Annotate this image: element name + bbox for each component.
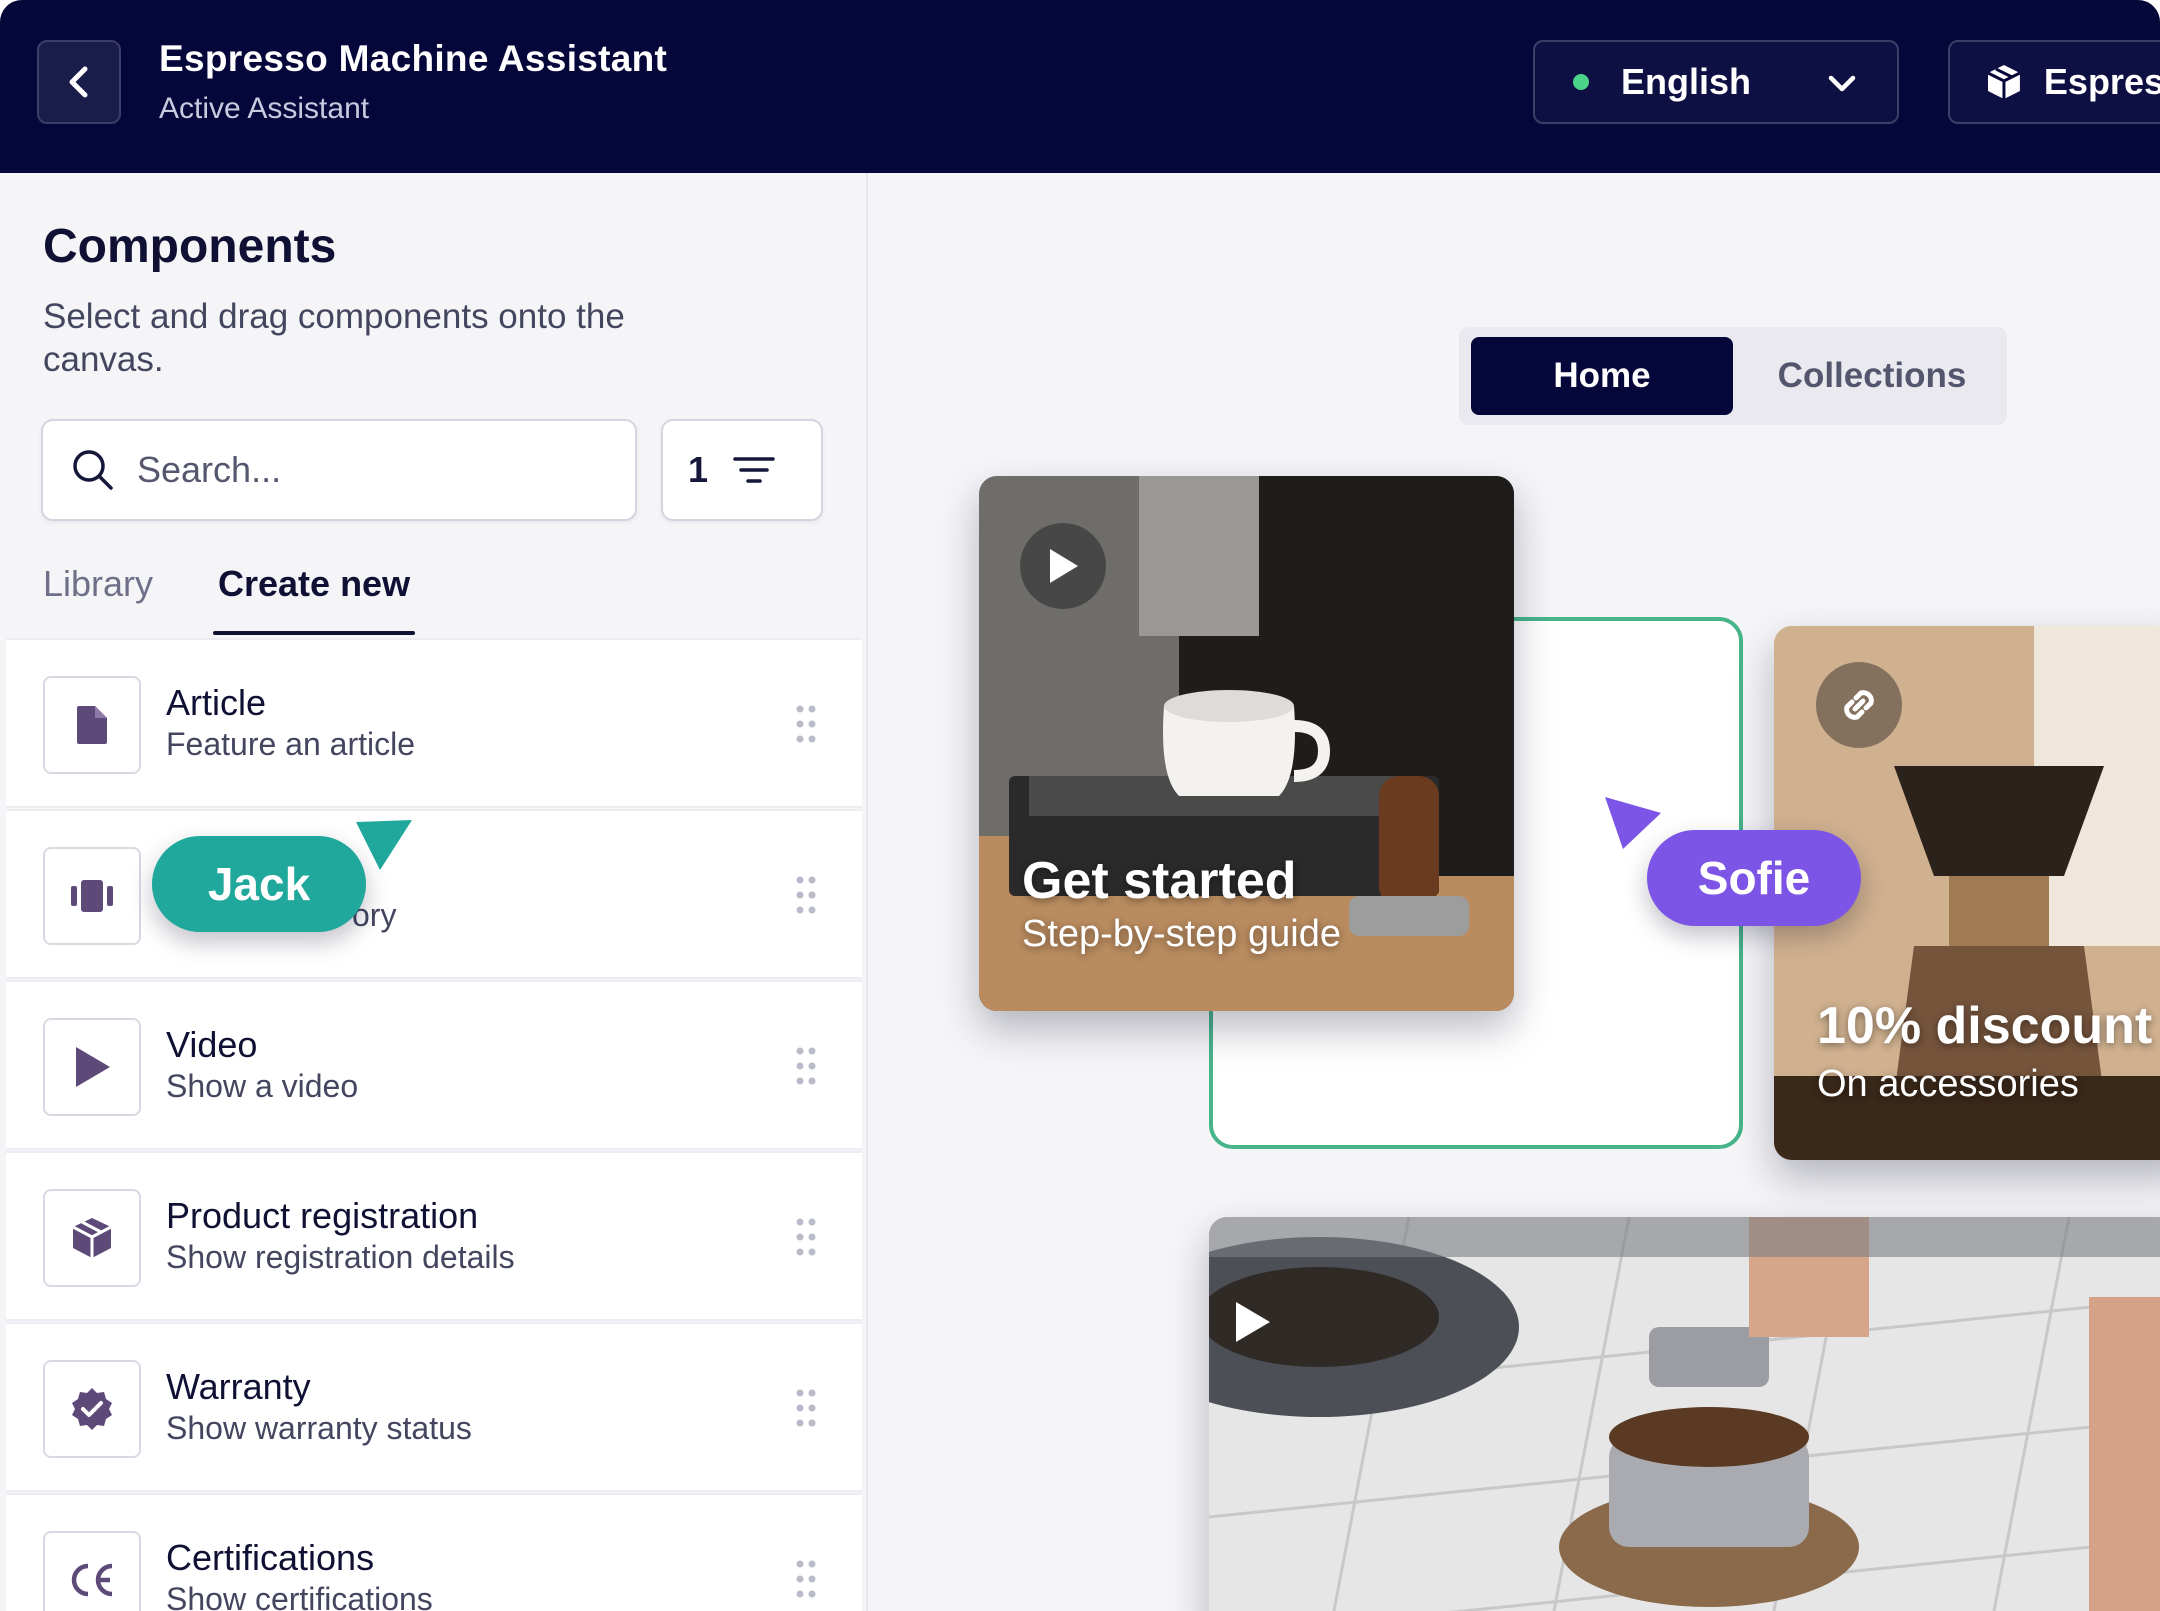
box-icon xyxy=(72,1218,112,1258)
tamping-image xyxy=(1209,1217,2160,1611)
drag-handle-icon[interactable] xyxy=(795,1388,817,1428)
component-name: Video xyxy=(166,1024,258,1065)
component-description: Feature an article xyxy=(166,726,416,762)
component-name: Warranty xyxy=(166,1366,311,1407)
drag-handle-icon[interactable] xyxy=(795,1559,817,1599)
component-description: Show certifications xyxy=(166,1581,433,1611)
product-label: Espresso xyxy=(2043,61,2160,102)
badge-check-icon xyxy=(72,1388,112,1430)
document-icon xyxy=(77,706,107,744)
carousel-icon xyxy=(71,880,113,912)
app-window: Espresso Machine Assistant Active Assist… xyxy=(0,0,2160,1611)
comp-icon-frame xyxy=(43,1018,141,1116)
component-description: Show warranty status xyxy=(166,1410,472,1446)
drag-handle-icon[interactable] xyxy=(795,704,817,744)
jack-cursor-icon xyxy=(356,820,412,870)
play-button[interactable] xyxy=(1209,1279,1295,1365)
card-title: Get started xyxy=(1022,852,1297,910)
nav-home-button[interactable]: Home xyxy=(1471,337,1733,415)
card-video-tamping[interactable] xyxy=(1209,1217,2160,1611)
filter-icon xyxy=(733,457,775,483)
comp-icon-frame xyxy=(43,676,141,774)
list-item-video[interactable]: Video Show a video xyxy=(6,980,862,1150)
link-icon xyxy=(1844,690,1874,720)
filter-count: 1 xyxy=(688,449,709,490)
comp-icon-frame xyxy=(43,847,141,945)
card-get-started[interactable]: Get started Step-by-step guide xyxy=(979,476,1514,1011)
collaborator-sofie: Sofie xyxy=(1647,830,1861,926)
top-bar: Espresso Machine Assistant Active Assist… xyxy=(0,0,2160,173)
canvas[interactable]: Home Collections Get started Step-by-ste… xyxy=(870,173,2160,1611)
nav-collections-button[interactable]: Collections xyxy=(1749,337,1995,415)
canvas-nav: Home Collections xyxy=(1459,327,2007,425)
drag-handle-icon[interactable] xyxy=(795,1217,817,1257)
status-dot xyxy=(1573,74,1589,90)
components-panel: Components Select and drag components on… xyxy=(0,173,868,1611)
play-icon xyxy=(76,1047,110,1087)
drag-handle-icon[interactable] xyxy=(795,1046,817,1086)
chevron-left-icon xyxy=(69,66,88,98)
tab-library[interactable]: Library xyxy=(43,563,153,605)
card-title: 10% discount xyxy=(1817,997,2153,1055)
card-subtitle: Step-by-step guide xyxy=(1022,913,1341,955)
component-description: Show a video xyxy=(166,1068,359,1104)
play-icon xyxy=(1236,1302,1270,1342)
list-item-product-registration[interactable]: Product registration Show registration d… xyxy=(6,1151,862,1321)
link-button[interactable] xyxy=(1816,662,1902,748)
ce-mark-icon xyxy=(71,1563,113,1597)
search-box[interactable] xyxy=(41,419,637,521)
language-select[interactable]: English xyxy=(1533,40,1899,124)
box-icon xyxy=(1987,65,2021,99)
list-item-story[interactable]: ory xyxy=(6,809,862,979)
list-item-certifications[interactable]: Certifications Show certifications xyxy=(6,1493,862,1611)
play-button[interactable] xyxy=(1020,523,1106,609)
filter-button[interactable]: 1 xyxy=(661,419,823,521)
collaborator-jack: Jack xyxy=(152,836,366,932)
app-title: Espresso Machine Assistant xyxy=(159,38,668,79)
active-tab-indicator xyxy=(213,631,415,635)
app-subtitle: Active Assistant xyxy=(159,92,370,125)
chevron-down-icon xyxy=(1828,75,1856,92)
card-subtitle: On accessories xyxy=(1817,1063,2079,1105)
list-item-article[interactable]: Article Feature an article xyxy=(6,638,862,808)
back-button[interactable] xyxy=(37,40,121,124)
comp-icon-frame xyxy=(43,1360,141,1458)
product-select[interactable]: Espresso xyxy=(1948,40,2160,124)
search-input[interactable] xyxy=(137,449,597,491)
comp-icon-frame xyxy=(43,1189,141,1287)
panel-description: Select and drag components onto the canv… xyxy=(43,297,625,379)
sofie-cursor-icon xyxy=(1605,797,1661,849)
search-icon xyxy=(73,450,113,490)
comp-icon-frame xyxy=(43,1531,141,1611)
tab-create-new[interactable]: Create new xyxy=(218,563,410,605)
component-name: Product registration xyxy=(166,1195,479,1236)
language-label: English xyxy=(1621,61,1752,102)
list-item-warranty[interactable]: Warranty Show warranty status xyxy=(6,1322,862,1492)
panel-title: Components xyxy=(43,220,337,273)
component-description: Show registration details xyxy=(166,1239,515,1275)
component-name: Article xyxy=(166,682,267,723)
component-name: Certifications xyxy=(166,1537,375,1578)
play-icon xyxy=(1050,549,1078,583)
drag-handle-icon[interactable] xyxy=(795,875,817,915)
component-list: Article Feature an article ory Video Sho… xyxy=(6,638,862,1611)
